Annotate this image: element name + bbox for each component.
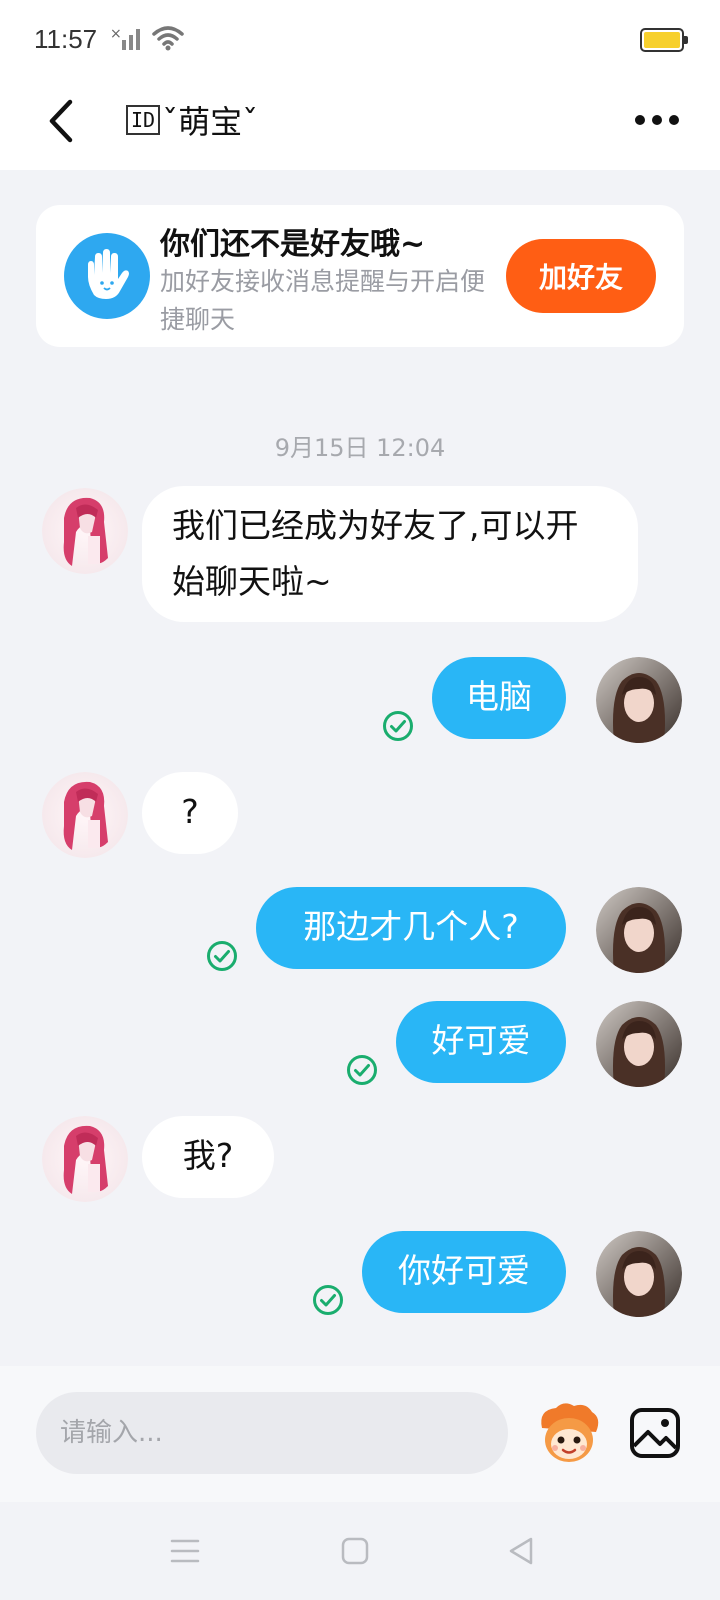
status-time: 11:57	[34, 24, 98, 54]
battery-icon	[640, 28, 688, 52]
contact-avatar[interactable]	[42, 1116, 128, 1202]
message-bubble-incoming[interactable]: 我?	[142, 1116, 274, 1198]
message-bubble-outgoing[interactable]: 你好可爱	[362, 1231, 566, 1313]
more-options-icon[interactable]	[632, 110, 682, 130]
message-input-bar	[0, 1366, 720, 1502]
read-check-icon	[383, 711, 413, 741]
my-avatar[interactable]	[596, 657, 682, 743]
id-badge: ID	[126, 105, 161, 135]
message-bubble-outgoing[interactable]: 那边才几个人?	[256, 887, 566, 969]
status-bar: 11:57 ×	[0, 0, 720, 80]
signal-icon: ×	[110, 26, 140, 50]
read-check-icon	[347, 1055, 377, 1085]
my-avatar[interactable]	[596, 1231, 682, 1317]
home-nav-icon[interactable]	[340, 1536, 370, 1566]
card-title: 你们还不是好友哦~	[160, 227, 426, 262]
message-bubble-outgoing[interactable]: 好可爱	[396, 1001, 566, 1083]
read-check-icon	[313, 1285, 343, 1315]
svg-text:×: ×	[110, 26, 122, 42]
add-friend-button[interactable]: 加好友	[506, 239, 656, 313]
system-nav-bar	[0, 1502, 720, 1600]
back-nav-icon[interactable]	[506, 1536, 536, 1566]
message-bubble-incoming[interactable]: 我们已经成为好友了,可以开始聊天啦~	[142, 486, 638, 622]
image-picker-icon[interactable]	[628, 1406, 682, 1460]
my-avatar[interactable]	[596, 1001, 682, 1087]
my-avatar[interactable]	[596, 887, 682, 973]
wave-hand-icon	[64, 233, 150, 319]
emoji-sticker-icon[interactable]	[534, 1398, 604, 1468]
chat-title: ID ˇ萌宝ˇ	[126, 98, 258, 142]
menu-nav-icon[interactable]	[170, 1536, 200, 1566]
message-bubble-incoming[interactable]: ?	[142, 772, 238, 854]
contact-avatar[interactable]	[42, 488, 128, 574]
back-arrow-icon[interactable]	[42, 96, 82, 146]
chat-header: ID ˇ萌宝ˇ	[0, 80, 720, 170]
read-check-icon	[207, 941, 237, 971]
message-input[interactable]	[36, 1392, 508, 1474]
card-description: 加好友接收消息提醒与开启便捷聊天	[160, 267, 486, 334]
contact-avatar[interactable]	[42, 772, 128, 858]
wifi-icon	[152, 26, 184, 51]
message-timestamp: 9月15日 12:04	[274, 434, 446, 462]
message-bubble-outgoing[interactable]: 电脑	[432, 657, 566, 739]
add-friend-card: 你们还不是好友哦~ 加好友接收消息提醒与开启便捷聊天 加好友	[36, 205, 684, 347]
chat-title-name: ˇ萌宝ˇ	[162, 103, 259, 141]
